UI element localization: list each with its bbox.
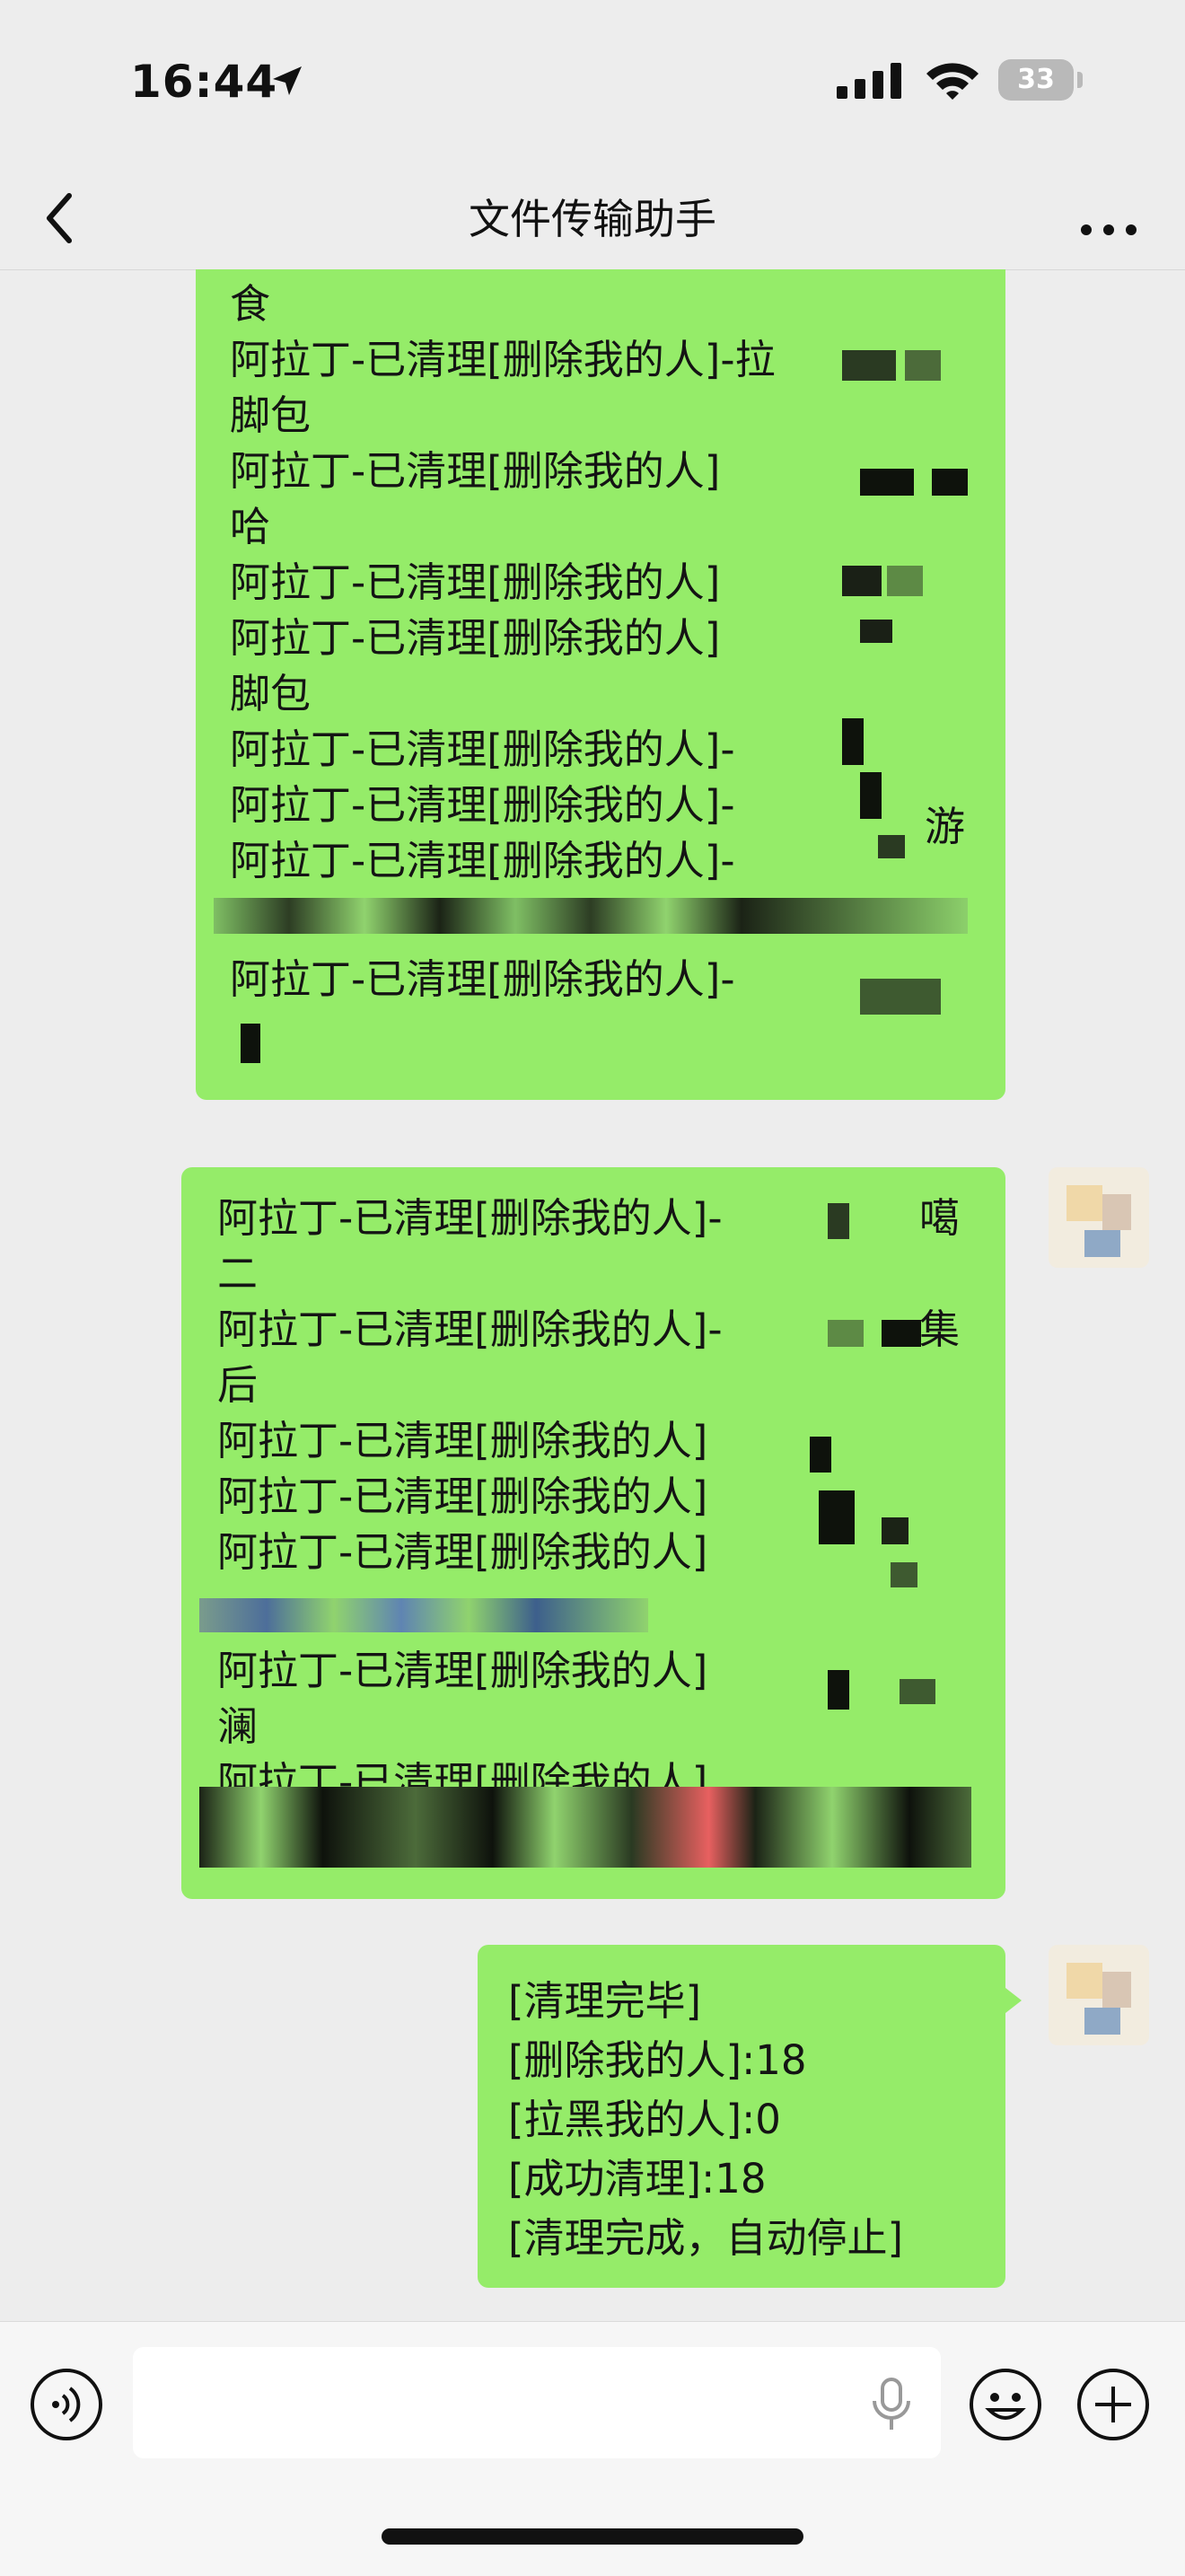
message-line: [清理完成，自动停止] <box>508 2214 904 2262</box>
pixelated-redaction <box>842 718 864 765</box>
message-line: [删除我的人]:18 <box>508 2036 807 2084</box>
plus-icon[interactable] <box>1075 2367 1151 2446</box>
message-fragment: 噶 <box>919 1194 961 1242</box>
message-line: 哈 <box>230 503 271 550</box>
pixelated-redaction <box>199 1598 648 1632</box>
voice-icon[interactable] <box>29 2367 104 2446</box>
emoji-icon[interactable] <box>968 2367 1043 2446</box>
message-bubble[interactable]: [清理完毕] [删除我的人]:18 [拉黑我的人]:0 [成功清理]:18 [清… <box>478 1945 1005 2288</box>
message-fragment: 集 <box>919 1306 961 1353</box>
message-line: [清理完毕] <box>508 1977 702 2025</box>
avatar-pixel <box>1066 1963 1102 1999</box>
message-bubble[interactable]: 阿拉丁-已清理[删除我的人]- 二 阿拉丁-已清理[删除我的人]- 后 阿拉丁-… <box>181 1167 1005 1899</box>
battery-icon: 33 <box>998 59 1074 101</box>
battery-cap <box>1077 72 1083 88</box>
message-line: [成功清理]:18 <box>508 2155 767 2202</box>
message-line: 澜 <box>217 1702 259 1750</box>
pixelated-redaction <box>878 835 905 858</box>
status-time: 16:44 <box>130 56 278 108</box>
pixelated-redaction <box>882 1517 908 1544</box>
message-line: 阿拉丁-已清理[删除我的人] <box>217 1647 708 1694</box>
message-line: 食 <box>230 280 271 328</box>
avatar-pixel <box>1102 1972 1131 2008</box>
message-line: 二 <box>217 1250 259 1297</box>
pixelated-redaction <box>900 1679 935 1704</box>
pixelated-redaction <box>241 1024 260 1063</box>
microphone-icon[interactable] <box>869 2376 914 2437</box>
pixelated-redaction <box>860 979 941 1015</box>
pixelated-redaction <box>882 1320 921 1347</box>
avatar[interactable] <box>1049 1945 1149 2045</box>
pixelated-redaction <box>860 772 882 819</box>
pixelated-redaction <box>810 1437 831 1473</box>
status-bar: 16:44 33 <box>0 0 1185 171</box>
pixelated-redaction <box>819 1490 855 1544</box>
message-line: 阿拉丁-已清理[删除我的人] <box>217 1473 708 1520</box>
message-line: [拉黑我的人]:0 <box>508 2096 781 2143</box>
pixelated-redaction <box>842 350 896 381</box>
message-line: 阿拉丁-已清理[删除我的人] <box>217 1417 708 1464</box>
pixelated-redaction <box>214 898 968 934</box>
pixelated-redaction <box>828 1670 849 1710</box>
pixelated-redaction <box>860 620 892 643</box>
pixelated-redaction <box>199 1787 971 1868</box>
message-line: 后 <box>217 1361 259 1409</box>
pixelated-redaction <box>932 469 968 496</box>
pixelated-redaction <box>860 469 914 496</box>
cellular-signal-icon <box>837 63 905 102</box>
avatar-pixel <box>1102 1194 1131 1230</box>
pixelated-redaction <box>905 350 941 381</box>
message-line: 阿拉丁-已清理[删除我的人]- <box>230 781 735 829</box>
location-arrow-icon <box>269 63 305 102</box>
message-line: 脚包 <box>230 670 312 717</box>
avatar-pixel <box>1084 1230 1120 1257</box>
bubble-tail <box>1005 1988 1022 2013</box>
message-fragment: 游 <box>925 803 966 850</box>
pixelated-redaction <box>891 1562 917 1587</box>
pixelated-redaction <box>828 1203 849 1239</box>
home-indicator <box>382 2528 803 2545</box>
message-bubble[interactable]: 食 阿拉丁-已清理[删除我的人]-拉 脚包 阿拉丁-已清理[删除我的人] 哈 阿… <box>196 269 1005 1100</box>
pixelated-redaction <box>842 566 882 596</box>
avatar[interactable] <box>1049 1167 1149 1268</box>
message-input[interactable] <box>133 2347 941 2458</box>
message-line: 阿拉丁-已清理[删除我的人]- <box>230 725 735 773</box>
avatar-pixel <box>1084 2008 1120 2035</box>
pixelated-redaction <box>828 1320 864 1347</box>
page-title: 文件传输助手 <box>469 195 716 243</box>
more-dots-icon[interactable] <box>1077 198 1140 250</box>
message-line: 阿拉丁-已清理[删除我的人]- <box>217 1194 723 1242</box>
wifi-icon <box>925 59 980 104</box>
pixelated-redaction <box>887 566 923 596</box>
message-line: 脚包 <box>230 391 312 439</box>
avatar-pixel <box>1066 1185 1102 1221</box>
input-bar <box>0 2321 1185 2576</box>
nav-bar: 文件传输助手 <box>0 171 1185 270</box>
chat-area[interactable]: 食 阿拉丁-已清理[删除我的人]-拉 脚包 阿拉丁-已清理[删除我的人] 哈 阿… <box>0 269 1185 2321</box>
